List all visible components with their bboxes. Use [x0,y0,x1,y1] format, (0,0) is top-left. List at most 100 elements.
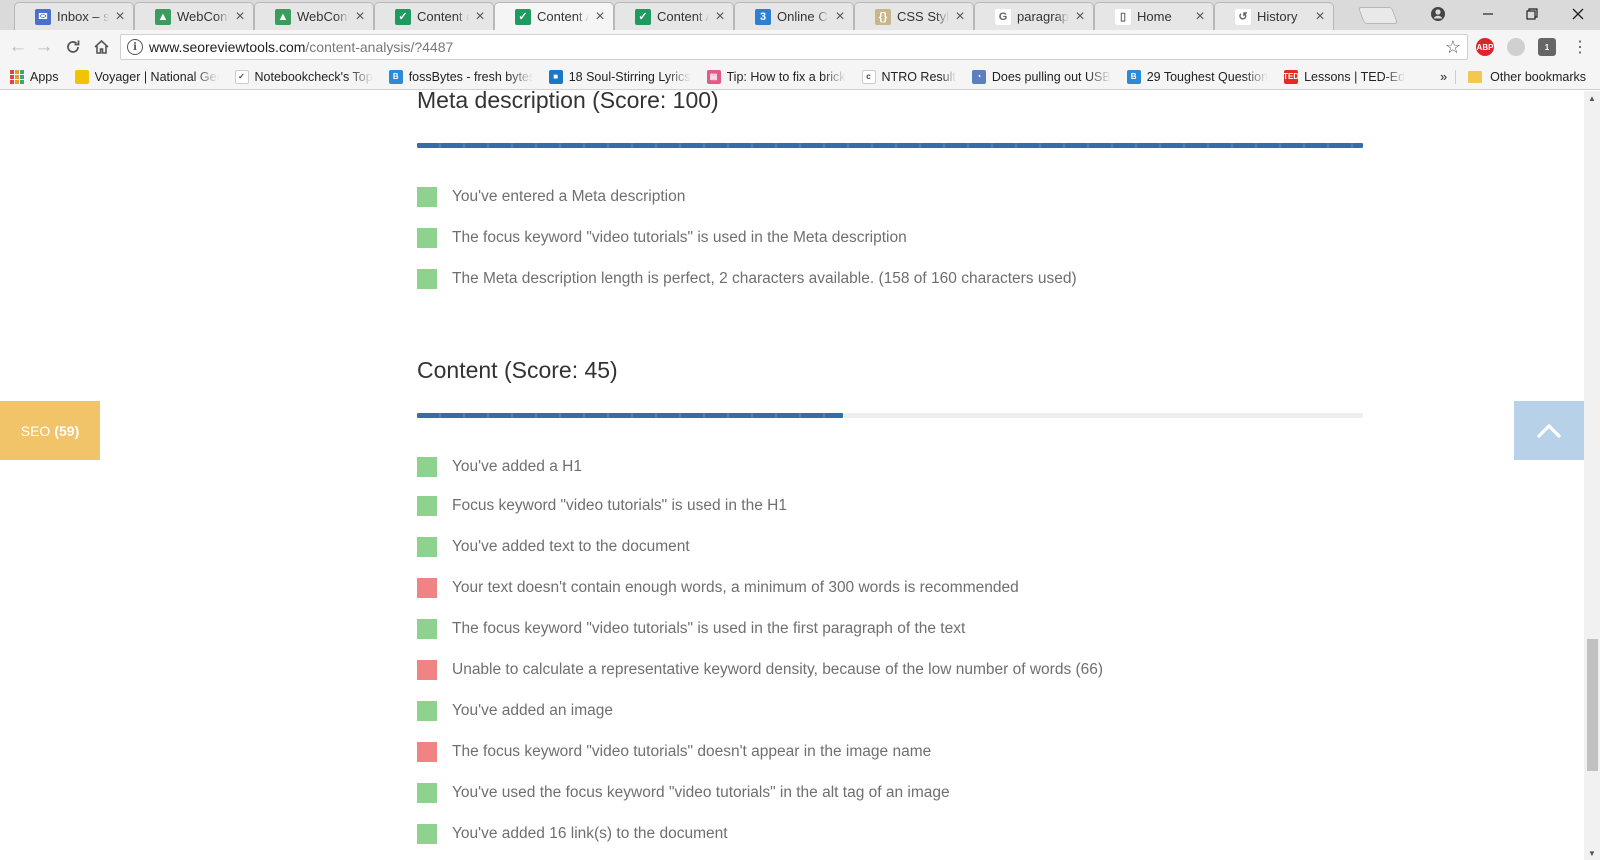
apps-grid-icon [10,69,24,84]
google-drive-icon: ▲ [155,8,171,25]
forward-arrow-icon[interactable]: → [32,35,56,59]
browser-tab[interactable]: 3 Online CSS × [734,2,854,30]
bookmarks-bar: Apps Voyager | National Geo ✓ Notebookchec… [0,64,1600,90]
close-tab-icon[interactable]: × [353,8,367,24]
pass-indicator-icon [417,537,437,557]
vertical-scrollbar[interactable]: ▲ ▼ [1584,91,1600,860]
browser-tab[interactable]: ▯ Home × [1094,2,1214,30]
close-tab-icon[interactable]: × [113,8,127,24]
page-icon: ▯ [1115,8,1131,25]
new-tab-button[interactable] [1357,7,1399,24]
bookmark-item[interactable]: ✓ Notebookcheck's Top [227,69,381,84]
bookmark-label: Notebookcheck's Top [254,69,373,84]
tab-title: WebContent [177,9,229,24]
check-item: You've added an image [417,700,613,722]
browser-tab[interactable]: ✓ Content An × [494,2,614,30]
pass-indicator-icon [417,824,437,844]
check-item: You've added 16 link(s) to the document [417,823,728,845]
check-text: You've added text to the document [452,538,690,555]
pass-indicator-icon [417,619,437,639]
browser-tab[interactable]: ✓ Content An × [614,2,734,30]
restore-icon[interactable] [1510,0,1554,28]
bookmark-item[interactable]: ■ 18 Soul-Stirring Lyrics [541,69,699,84]
bookmark-item[interactable]: TED Lessons | TED-Ed [1276,69,1413,84]
tab-title: Content An [537,9,589,24]
check-text: The focus keyword "video tutorials" does… [452,743,932,760]
bookmark-item[interactable]: ▤ Tip: How to fix a brick [699,69,854,84]
bookmarks-overflow-button[interactable]: » [1432,70,1455,84]
check-text: You've entered a Meta description [452,188,686,205]
chevron-up-icon [1536,423,1562,438]
check-item: The focus keyword "video tutorials" is u… [417,227,907,249]
bookmark-item[interactable]: Voyager | National Geo [67,69,227,84]
pass-indicator-icon [417,496,437,516]
google-drive-icon: ▲ [275,8,291,25]
seo-label: SEO [20,422,51,439]
close-tab-icon[interactable]: × [953,8,967,24]
adblock-plus-icon[interactable]: ABP [1476,38,1494,56]
url-host: www.seoreviewtools.com [149,39,306,55]
close-tab-icon[interactable]: × [1073,8,1087,24]
bookmark-apps[interactable]: Apps [0,69,67,84]
info-icon[interactable]: i [127,39,143,55]
check-item: Focus keyword "video tutorials" is used … [417,495,787,517]
bookmark-item[interactable]: ◔ Does pulling out USB [964,69,1119,84]
page-viewport: Meta description (Score: 100) You've ent… [0,91,1584,860]
extension-badge-icon[interactable]: 1 [1538,38,1556,56]
close-window-icon[interactable] [1556,0,1600,28]
close-tab-icon[interactable]: × [593,8,607,24]
close-tab-icon[interactable]: × [473,8,487,24]
check-item: The focus keyword "video tutorials" is u… [417,618,965,640]
close-tab-icon[interactable]: × [1313,8,1327,24]
other-bookmarks[interactable]: Other bookmarks [1455,69,1600,84]
check-text: Unable to calculate a representative key… [452,661,1104,678]
css3-icon: 3 [755,8,771,25]
browser-tab[interactable]: ▲ WebContent × [254,2,374,30]
seo-score-badge[interactable]: SEO (59) [0,401,100,460]
back-arrow-icon[interactable]: ← [6,35,30,59]
check-text: The focus keyword "video tutorials" is u… [452,229,907,246]
scroll-up-arrow-icon[interactable]: ▲ [1584,91,1600,105]
menu-dots-icon[interactable]: ⋮ [1568,35,1592,59]
browser-tab[interactable]: ▲ WebContent × [134,2,254,30]
check-item: The Meta description length is perfect, … [417,268,1077,290]
check-text: Focus keyword "video tutorials" is used … [452,497,787,514]
browser-tab[interactable]: ✉ Inbox – shy × [14,2,134,30]
bookmark-item[interactable]: B 29 Toughest Question [1119,69,1276,84]
scroll-down-arrow-icon[interactable]: ▼ [1584,846,1600,860]
pass-indicator-icon [417,783,437,803]
close-tab-icon[interactable]: × [1193,8,1207,24]
close-tab-icon[interactable]: × [833,8,847,24]
profile-icon[interactable] [1416,0,1460,28]
bookmark-item[interactable]: BfossBytes - fresh bytes [381,69,541,84]
bookmark-star-icon[interactable]: ☆ [1445,37,1461,58]
address-bar[interactable]: i www.seoreviewtools.com/content-analysi… [120,34,1468,60]
google-icon: G [995,8,1011,25]
bookmark-label: NTRO Result [881,69,956,84]
reload-icon[interactable] [61,35,85,59]
bookmark-item[interactable]: c NTRO Result [854,69,964,84]
browser-tab[interactable]: ↺ History × [1214,2,1334,30]
check-text: You've added an image [452,702,613,719]
bookmark-favicon-icon [74,69,89,84]
pass-indicator-icon [417,187,437,207]
bookmark-favicon-icon: B [388,69,403,84]
check-text: The focus keyword "video tutorials" is u… [452,620,966,637]
browser-tab[interactable]: {} CSS Style Ed × [854,2,974,30]
minimize-icon[interactable] [1466,0,1510,28]
browser-tab[interactable]: ✓ Content da × [374,2,494,30]
section-title-meta-description: Meta description (Score: 100) [417,91,719,113]
back-to-top-button[interactable] [1514,401,1584,460]
progress-bar-meta-description [417,143,1363,148]
url-path: /content-analysis/?4487 [305,39,454,55]
close-tab-icon[interactable]: × [233,8,247,24]
scroll-thumb[interactable] [1587,639,1598,771]
progress-bar-content [417,413,1363,418]
close-tab-icon[interactable]: × [713,8,727,24]
bookmark-label: Tip: How to fix a brick [726,69,846,84]
check-item: Unable to calculate a representative key… [417,659,1103,681]
extension-icon[interactable] [1507,38,1525,56]
browser-tab[interactable]: Gparagraph × [974,2,1094,30]
bookmark-label: Voyager | National Geo [94,69,219,84]
home-icon[interactable] [89,35,113,59]
